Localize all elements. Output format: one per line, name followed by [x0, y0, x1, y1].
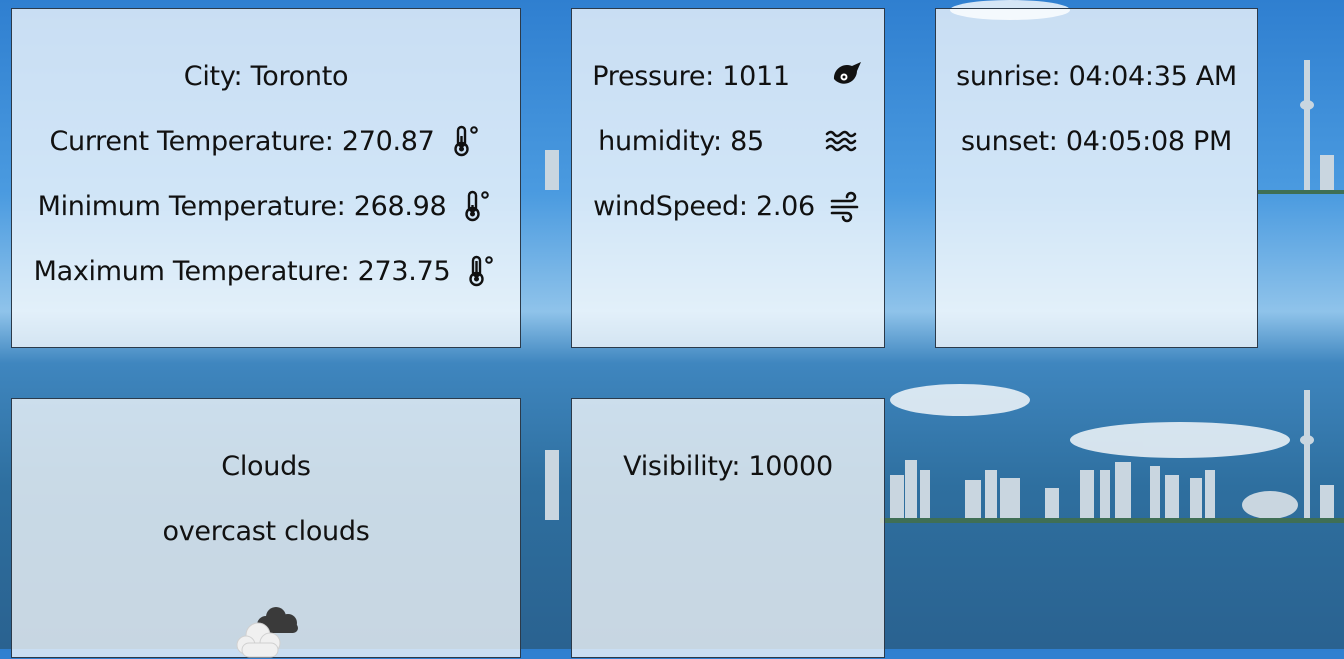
visibility-row: Visibility: 10000 — [572, 446, 884, 486]
clouds-description: overcast clouds — [162, 515, 370, 547]
thermometer-icon — [449, 124, 483, 158]
wind-speed-label: windSpeed: 2.06 — [593, 190, 815, 222]
thermometer-icon — [460, 189, 494, 223]
clouds-description-row: overcast clouds — [12, 511, 520, 551]
sunset-label: sunset: 04:05:08 PM — [961, 125, 1232, 157]
barometer-icon — [830, 59, 864, 93]
pressure-label: Pressure: 1011 — [592, 60, 790, 92]
wind-icon — [829, 189, 863, 223]
city-row: City: Toronto — [12, 56, 520, 96]
temperature-card: City: Toronto Current Temperature: 270.8… — [11, 8, 521, 348]
atmosphere-card: Pressure: 1011 humidity: 85 windSpeed: 2… — [571, 8, 885, 348]
clouds-card: Clouds overcast clouds — [11, 398, 521, 658]
thermometer-icon — [464, 254, 498, 288]
sunset-row: sunset: 04:05:08 PM — [936, 121, 1257, 161]
current-temperature-label: Current Temperature: 270.87 — [49, 125, 435, 157]
sunrise-label: sunrise: 04:04:35 AM — [956, 60, 1237, 92]
maximum-temperature-row: Maximum Temperature: 273.75 — [12, 251, 520, 291]
sunrise-row: sunrise: 04:04:35 AM — [936, 56, 1257, 96]
minimum-temperature-row: Minimum Temperature: 268.98 — [12, 186, 520, 226]
visibility-label: Visibility: 10000 — [623, 450, 833, 482]
city-label: City: Toronto — [183, 60, 349, 92]
minimum-temperature-label: Minimum Temperature: 268.98 — [37, 190, 447, 222]
pressure-row: Pressure: 1011 — [572, 56, 884, 96]
clouds-title: Clouds — [221, 450, 311, 482]
overcast-cloud-icon — [236, 607, 298, 658]
current-temperature-row: Current Temperature: 270.87 — [12, 121, 520, 161]
wind-speed-row: windSpeed: 2.06 — [572, 186, 884, 226]
humidity-row: humidity: 85 — [572, 121, 884, 161]
clouds-title-row: Clouds — [12, 446, 520, 486]
humidity-label: humidity: 85 — [598, 125, 764, 157]
sun-times-card: sunrise: 04:04:35 AM sunset: 04:05:08 PM — [935, 8, 1258, 348]
visibility-card: Visibility: 10000 — [571, 398, 885, 658]
humidity-waves-icon — [824, 124, 858, 158]
maximum-temperature-label: Maximum Temperature: 273.75 — [33, 255, 451, 287]
